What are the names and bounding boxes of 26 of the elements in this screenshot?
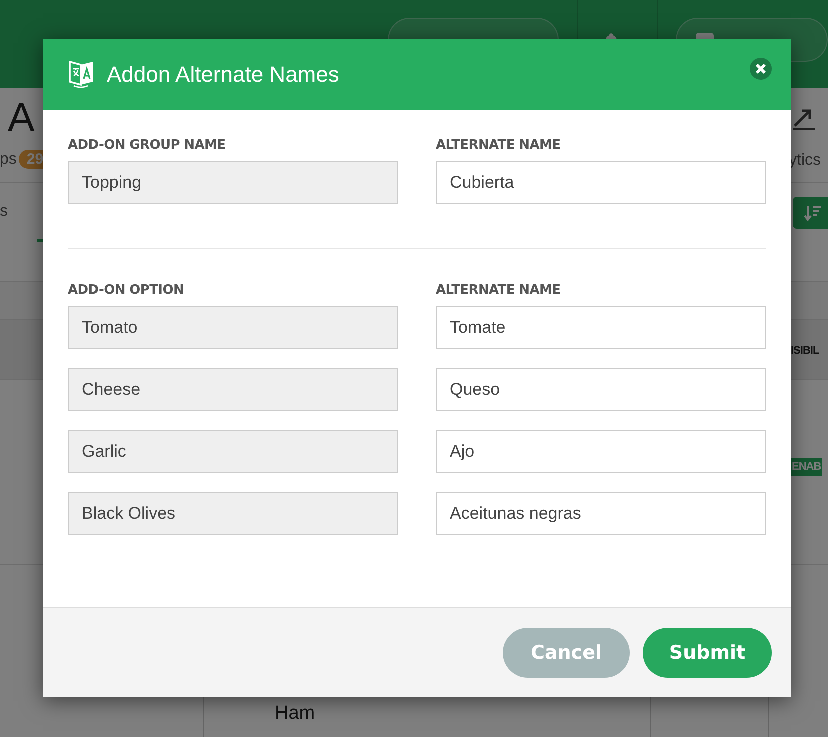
- table-header: [0, 320, 43, 380]
- status-badge: ENAB: [791, 458, 822, 476]
- tab[interactable]: s: [0, 203, 43, 221]
- option-name-field[interactable]: Black Olives: [68, 492, 398, 535]
- group-name-field[interactable]: Topping: [68, 161, 398, 204]
- count-label: ps: [0, 150, 17, 168]
- field-label: ADD-ON GROUP NAME: [68, 138, 227, 155]
- option-name-field[interactable]: Cheese: [68, 368, 398, 411]
- alternate-name-field[interactable]: Queso: [436, 368, 766, 411]
- alternate-name-field[interactable]: Ajo: [436, 430, 766, 473]
- alternate-name-field[interactable]: Tomate: [436, 306, 766, 349]
- field-label: ADD-ON OPTION: [68, 283, 186, 300]
- field-label: ALTERNATE NAME: [436, 283, 562, 300]
- count-badge: 29: [18, 150, 43, 169]
- dialog-title: Addon Alternate Names: [107, 62, 340, 88]
- option-name-field[interactable]: Garlic: [68, 430, 398, 473]
- sort-icon: [804, 204, 822, 222]
- field-label: ALTERNATE NAME: [436, 138, 562, 155]
- sort-button[interactable]: [793, 197, 828, 229]
- alternate-name-field[interactable]: Cubierta: [436, 161, 766, 204]
- column-header: ISIBIL: [791, 345, 820, 357]
- option-name-field[interactable]: Tomato: [68, 306, 398, 349]
- table-cell: Ham: [275, 703, 316, 725]
- close-icon[interactable]: [750, 58, 772, 80]
- page-title: A: [8, 96, 36, 140]
- alternate-name-field[interactable]: Aceitunas negras: [436, 492, 766, 535]
